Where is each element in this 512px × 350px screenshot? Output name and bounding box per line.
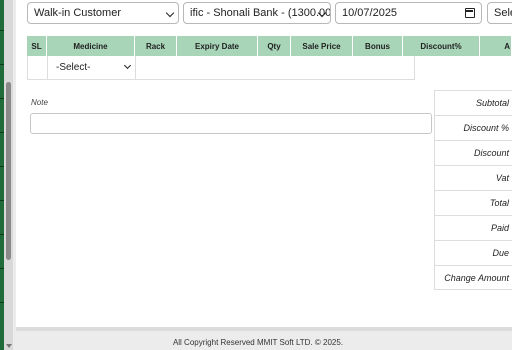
chevron-down-icon <box>123 61 132 70</box>
column-header-sl: SL <box>27 36 47 56</box>
table-row: -Select- <box>27 56 415 80</box>
sale-date-input[interactable]: 10/07/2025 <box>335 2 482 24</box>
items-table-header: SL Medicine Rack Expiry Date Qty Sale Pr… <box>27 36 512 56</box>
summary-column: Subtotal Discount % Discount Vat Total P… <box>434 90 512 290</box>
medicine-select[interactable]: -Select- <box>52 60 134 75</box>
calendar-icon[interactable] <box>465 8 475 18</box>
column-header-expiry-date: Expiry Date <box>177 36 258 56</box>
chevron-down-icon <box>165 8 175 18</box>
column-header-bonus: Bonus <box>353 36 403 56</box>
column-header-medicine: Medicine <box>47 36 135 56</box>
copyright-footer: All Copyright Reserved MMIT Soft LTD. © … <box>172 338 344 347</box>
summary-paid-label: Paid <box>434 215 512 240</box>
summary-change-amount-label: Change Amount <box>434 265 512 290</box>
scrollbar-thumb[interactable] <box>6 82 11 260</box>
summary-discount-percent-label: Discount % <box>434 115 512 140</box>
cell-sl <box>28 56 48 79</box>
summary-vat-label: Vat <box>434 165 512 190</box>
column-header-amount: A <box>480 36 512 56</box>
customer-select-value: Walk-in Customer <box>34 7 121 19</box>
note-input[interactable] <box>30 113 432 134</box>
cell-medicine: -Select- <box>48 56 136 79</box>
summary-discount-label: Discount <box>434 140 512 165</box>
customer-select[interactable]: Walk-in Customer <box>27 2 179 24</box>
medicine-select-value: -Select- <box>56 62 91 73</box>
column-header-qty: Qty <box>258 36 291 56</box>
summary-subtotal-label: Subtotal <box>434 90 512 115</box>
column-header-discount-percent: Discount% <box>403 36 480 56</box>
note-label: Note <box>31 98 48 107</box>
summary-due-label: Due <box>434 240 512 265</box>
column-header-sale-price: Sale Price <box>291 36 353 56</box>
panel-bottom-border <box>16 327 512 331</box>
bank-account-select-value: ific - Shonali Bank - (1300.00) <box>190 7 331 19</box>
extra-select-value: Sele <box>494 7 512 19</box>
sale-date-value: 10/07/2025 <box>342 7 398 19</box>
vertical-scrollbar[interactable] <box>4 0 13 350</box>
bank-account-select[interactable]: ific - Shonali Bank - (1300.00) <box>183 2 331 24</box>
extra-select[interactable]: Sele <box>487 2 512 24</box>
column-header-rack: Rack <box>135 36 177 56</box>
summary-total-label: Total <box>434 190 512 215</box>
